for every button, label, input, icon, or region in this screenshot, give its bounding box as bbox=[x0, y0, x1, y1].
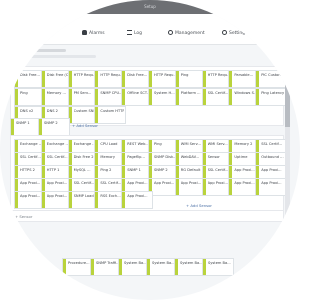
status-indicator bbox=[63, 259, 66, 275]
bell-icon bbox=[82, 30, 87, 35]
sensor-tile[interactable]: SNMP 2 bbox=[38, 118, 70, 136]
device-group-2: SNMP 1 SNMP 2 + Add Sensor bbox=[10, 118, 282, 136]
status-indicator bbox=[41, 71, 45, 87]
add-sensor-button[interactable]: + Add Sensor bbox=[72, 123, 98, 128]
window-title: Setup bbox=[144, 4, 156, 9]
sensor-name: Procedure... bbox=[68, 261, 90, 265]
sensor-name: Custom HTTP... bbox=[100, 109, 124, 113]
nav-settings[interactable]: Settings bbox=[222, 30, 247, 36]
status-indicator bbox=[256, 89, 260, 105]
sensor-name: Ping Latency ... bbox=[261, 91, 285, 95]
add-sensor-button[interactable]: + Sensor bbox=[15, 214, 32, 219]
status-indicator bbox=[122, 89, 126, 105]
status-indicator bbox=[256, 179, 260, 195]
gear-icon bbox=[168, 30, 173, 35]
sensor-name: Outbound ... bbox=[261, 155, 284, 159]
status-indicator bbox=[175, 259, 178, 275]
status-indicator bbox=[147, 259, 150, 275]
status-indicator bbox=[68, 71, 72, 87]
status-indicator bbox=[41, 89, 45, 105]
nav-log[interactable]: Log bbox=[127, 30, 142, 36]
status-indicator bbox=[122, 71, 126, 87]
status-indicator bbox=[175, 89, 179, 105]
status-indicator bbox=[175, 179, 179, 195]
sensor-name: App Proxi... bbox=[261, 181, 282, 185]
nav-log-label: Log bbox=[134, 31, 143, 36]
add-sensor-button[interactable]: + Add Sensor bbox=[186, 203, 212, 208]
status-indicator bbox=[41, 192, 45, 208]
sensor-tile[interactable]: Ping Latency ... bbox=[255, 88, 288, 106]
sensor-name: System Ba... bbox=[124, 261, 147, 265]
nav-management[interactable]: Management bbox=[168, 30, 205, 36]
device-group-4: + Sensor bbox=[10, 210, 284, 222]
status-indicator bbox=[175, 71, 179, 87]
sensor-name: App Proxi... bbox=[261, 168, 282, 172]
device-group-1: Disk Free... Disk Free (C:) HTTP Requ... HT… bbox=[10, 66, 288, 126]
breadcrumb-placeholder bbox=[26, 49, 66, 52]
status-indicator bbox=[119, 259, 122, 275]
status-indicator bbox=[149, 89, 152, 105]
sensor-name: SNMP 2 bbox=[44, 121, 58, 125]
status-indicator bbox=[202, 71, 206, 87]
nav-management-label: Management bbox=[175, 31, 205, 36]
status-indicator bbox=[122, 192, 126, 208]
status-indicator bbox=[95, 192, 99, 208]
status-indicator bbox=[256, 71, 260, 87]
scrollbar-thumb[interactable] bbox=[285, 82, 290, 127]
status-indicator bbox=[11, 119, 14, 135]
sensor-name: SSL Certif... bbox=[261, 142, 282, 146]
sensor-tile[interactable]: App Proxi... bbox=[121, 191, 154, 209]
vertical-scrollbar[interactable] bbox=[285, 60, 290, 230]
status-indicator bbox=[15, 71, 18, 87]
status-indicator bbox=[39, 119, 42, 135]
list-icon bbox=[127, 30, 132, 35]
sensor-name: System Ba... bbox=[152, 261, 175, 265]
device-group-3: Exchange ... Exchange ... Exchange ... CPU … bbox=[10, 135, 288, 215]
sensor-name: SNMP 1 bbox=[16, 121, 30, 125]
sensor-name: App Proxi... bbox=[127, 194, 148, 198]
status-indicator bbox=[203, 259, 206, 275]
nav-alarms-label: Alarms bbox=[89, 31, 105, 36]
sensor-name: SNMP Traffi... bbox=[96, 261, 120, 265]
settings-icon bbox=[222, 30, 227, 35]
status-indicator bbox=[202, 89, 206, 105]
status-indicator bbox=[95, 71, 99, 87]
app-window: Setup Alarms Log Management Settings Dis… bbox=[0, 0, 300, 300]
sensor-name: System Ba... bbox=[180, 261, 203, 265]
breadcrumb-placeholder bbox=[26, 55, 96, 58]
status-indicator bbox=[91, 259, 94, 275]
status-indicator bbox=[229, 89, 233, 105]
status-indicator bbox=[15, 89, 18, 105]
sensor-name: PIC Custom... bbox=[261, 73, 286, 77]
status-indicator bbox=[229, 179, 233, 195]
status-indicator bbox=[202, 179, 206, 195]
status-indicator bbox=[229, 71, 233, 87]
status-indicator bbox=[95, 89, 99, 105]
nav-settings-label: Settings bbox=[229, 31, 248, 36]
nav-alarms[interactable]: Alarms bbox=[82, 30, 105, 36]
top-navigation: Alarms Log Management Settings bbox=[0, 14, 300, 45]
status-indicator bbox=[68, 192, 72, 208]
status-indicator bbox=[15, 192, 18, 208]
status-indicator bbox=[149, 71, 152, 87]
sensor-tile[interactable]: App Proxi... bbox=[255, 178, 288, 196]
sensor-tile[interactable]: PIC Custom... bbox=[255, 70, 288, 88]
sensor-name: System Ba... bbox=[208, 261, 231, 265]
status-indicator bbox=[68, 89, 72, 105]
title-bar: Setup bbox=[0, 0, 300, 14]
sensor-tile[interactable]: System Ba... bbox=[202, 258, 234, 276]
bottom-sensors: Procedure... SNMP Traffi... System Ba... Sy… bbox=[10, 258, 282, 278]
